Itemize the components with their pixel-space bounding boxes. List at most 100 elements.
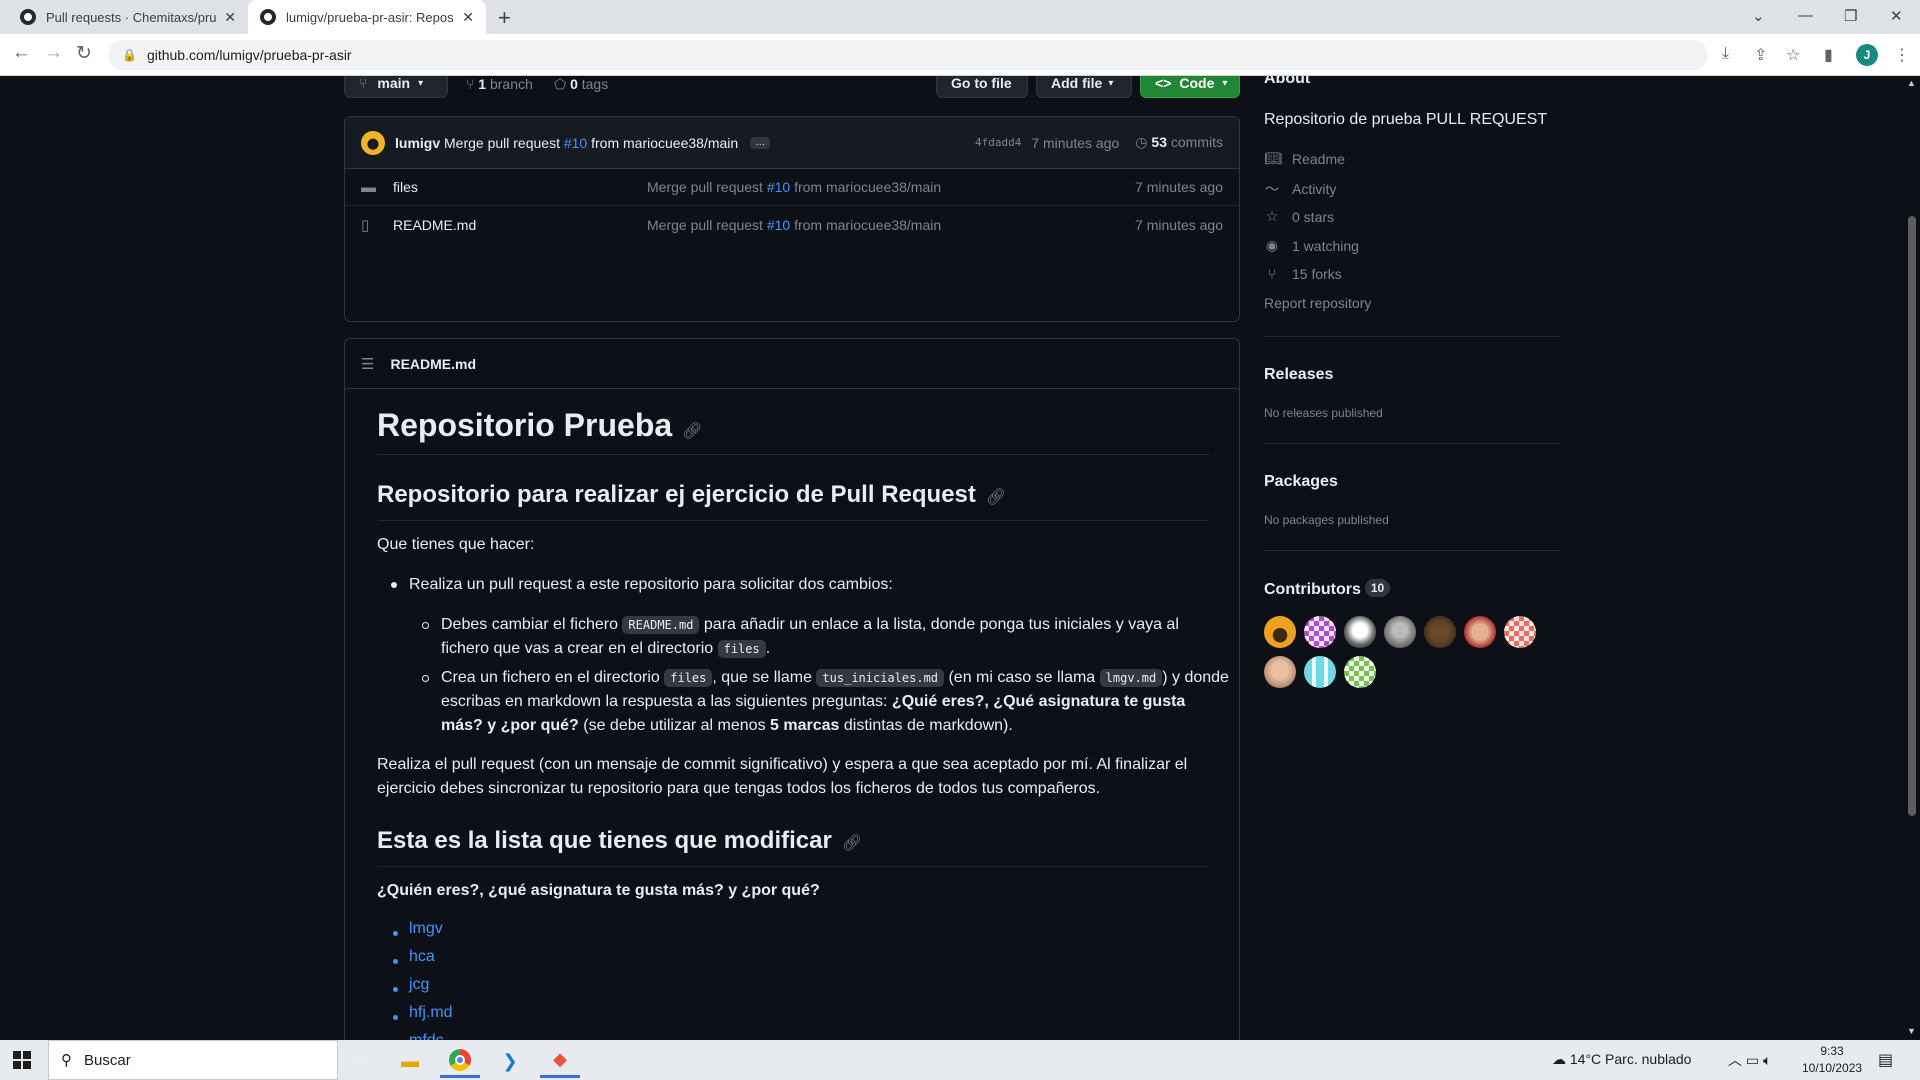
inline-code: files bbox=[664, 669, 713, 687]
avatar[interactable] bbox=[1304, 656, 1336, 688]
list-link[interactable]: hca bbox=[409, 948, 435, 966]
branch-selector[interactable]: ⑂ main ▾ bbox=[344, 76, 448, 98]
sidebar-item-activity[interactable]: 〜 Activity bbox=[1264, 179, 1336, 199]
file-pr-link[interactable]: #10 bbox=[767, 179, 790, 195]
forward-icon[interactable]: → bbox=[44, 42, 63, 64]
tags-link[interactable]: ⬠ 0 tags bbox=[554, 76, 608, 93]
go-to-file-button[interactable]: Go to file bbox=[936, 76, 1028, 98]
releases-heading[interactable]: Releases bbox=[1264, 366, 1333, 384]
avatar[interactable] bbox=[1304, 616, 1336, 648]
avatar[interactable] bbox=[1344, 616, 1376, 648]
sidebar-item-forks[interactable]: ⑂ 15 forks bbox=[1264, 266, 1342, 282]
file-commit-message[interactable]: Merge pull request #10 from mariocuee38/… bbox=[647, 217, 941, 233]
lock-icon: 🔒 bbox=[122, 48, 137, 62]
git-icon[interactable]: ◆ bbox=[540, 1044, 580, 1078]
scroll-down-icon[interactable]: ▼ bbox=[1907, 1026, 1916, 1036]
profile-avatar[interactable]: J bbox=[1856, 44, 1878, 66]
scroll-up-icon[interactable]: ▲ bbox=[1907, 78, 1916, 88]
file-explorer-icon[interactable]: ▬ bbox=[390, 1044, 430, 1078]
link-icon[interactable]: 🔗︎ bbox=[986, 489, 1006, 506]
menu-icon[interactable]: ⋮ bbox=[1894, 45, 1910, 65]
system-tray[interactable]: ︿ ▭ 🔈︎ bbox=[1728, 1050, 1771, 1070]
file-name[interactable]: README.md bbox=[393, 217, 647, 233]
share-icon[interactable]: ⇪ bbox=[1754, 45, 1767, 65]
chrome-icon[interactable] bbox=[440, 1044, 480, 1078]
sidebar-item-watching[interactable]: ◉ 1 watching bbox=[1264, 237, 1359, 254]
address-bar[interactable]: 🔒 github.com/lumigv/prueba-pr-asir bbox=[108, 40, 1708, 70]
file-row[interactable]: ▯ README.md Merge pull request #10 from … bbox=[345, 206, 1239, 243]
link-icon[interactable]: 🔗︎ bbox=[682, 423, 702, 440]
inline-code: tus_iniciales.md bbox=[816, 669, 945, 687]
tab-search-icon[interactable]: ⌄ bbox=[1752, 7, 1765, 25]
maximize-button[interactable]: ❐ bbox=[1844, 7, 1857, 25]
avatar[interactable] bbox=[1504, 616, 1536, 648]
clock-time: 9:33 bbox=[1820, 1044, 1844, 1058]
commit-pr-link[interactable]: #10 bbox=[564, 135, 587, 151]
browser-tab-repo[interactable]: lumigv/prueba-pr-asir: Reposito ✕ bbox=[248, 0, 486, 34]
avatar[interactable] bbox=[1344, 656, 1376, 688]
file-pr-link[interactable]: #10 bbox=[767, 217, 790, 233]
windows-start-icon[interactable] bbox=[13, 1051, 31, 1069]
file-row[interactable]: ▬ files Merge pull request #10 from mari… bbox=[345, 169, 1239, 206]
sidebar-item-readme[interactable]: 📖︎ Readme bbox=[1264, 150, 1345, 167]
new-tab-button[interactable]: + bbox=[498, 5, 511, 31]
commit-message[interactable]: Merge pull request #10 from mariocuee38/… bbox=[444, 135, 738, 151]
close-window-button[interactable]: ✕ bbox=[1890, 7, 1903, 25]
list-link[interactable]: jcg bbox=[409, 976, 429, 994]
task-view-icon[interactable]: ⧉ bbox=[340, 1044, 380, 1078]
text: Crea un fichero en el directorio bbox=[441, 669, 660, 686]
contributors-heading[interactable]: Contributors 10 bbox=[1264, 579, 1391, 599]
code-button[interactable]: <> Code ▾ bbox=[1140, 76, 1240, 98]
commits-link[interactable]: ◷ 53 commits bbox=[1135, 134, 1223, 151]
back-icon[interactable]: ← bbox=[12, 42, 31, 64]
bullet bbox=[393, 959, 398, 964]
avatar[interactable] bbox=[1464, 616, 1496, 648]
close-tab-icon[interactable]: ✕ bbox=[462, 9, 474, 26]
chevron-up-icon[interactable]: ︿ bbox=[1728, 1052, 1742, 1068]
link-icon[interactable]: 🔗︎ bbox=[842, 835, 862, 852]
minimize-button[interactable]: — bbox=[1798, 7, 1813, 24]
repo-description: Repositorio de prueba PULL REQUEST bbox=[1264, 111, 1548, 128]
text: fichero que vas a crear en el directorio bbox=[441, 640, 714, 657]
list-link[interactable]: lmgv bbox=[409, 920, 443, 938]
list-icon[interactable]: ☰ bbox=[361, 355, 374, 373]
volume-icon[interactable]: 🔈︎ bbox=[1763, 1052, 1771, 1068]
notifications-icon[interactable]: ▤ bbox=[1878, 1050, 1893, 1070]
avatar[interactable] bbox=[1424, 616, 1456, 648]
close-tab-icon[interactable]: ✕ bbox=[224, 9, 236, 26]
list-link[interactable]: mfdc bbox=[409, 1032, 444, 1040]
taskbar-clock[interactable]: 9:33 10/10/2023 bbox=[1802, 1043, 1862, 1077]
avatar[interactable] bbox=[1384, 616, 1416, 648]
install-icon[interactable]: ⤓ bbox=[1722, 45, 1729, 63]
list-link[interactable]: hfj.md bbox=[409, 1004, 453, 1022]
expand-commit-button[interactable]: … bbox=[750, 136, 771, 149]
avatar[interactable] bbox=[361, 130, 385, 155]
taskbar-search-box[interactable]: ⚲ Buscar bbox=[48, 1040, 338, 1080]
reload-icon[interactable]: ↻ bbox=[76, 42, 92, 65]
avatar[interactable] bbox=[1264, 616, 1296, 648]
bullet bbox=[422, 622, 429, 629]
commit-sha[interactable]: 4fdadd4 bbox=[975, 136, 1021, 149]
page-scrollbar[interactable]: ▲ ▼ bbox=[1904, 76, 1920, 1040]
packages-heading[interactable]: Packages bbox=[1264, 473, 1338, 491]
fork-icon: ⑂ bbox=[1267, 266, 1277, 282]
branches-link[interactable]: ⑂ 1 branch bbox=[466, 76, 533, 92]
side-panel-icon[interactable]: ▮ bbox=[1824, 45, 1833, 65]
file-name[interactable]: files bbox=[393, 179, 647, 195]
add-file-button[interactable]: Add file ▾ bbox=[1036, 76, 1132, 98]
tab-title: lumigv/prueba-pr-asir: Reposito bbox=[286, 9, 455, 25]
sidebar-item-stars[interactable]: ☆ 0 stars bbox=[1264, 208, 1334, 225]
github-icon bbox=[260, 9, 276, 25]
weather-widget[interactable]: ☁ 14°C Parc. nublado bbox=[1552, 1051, 1691, 1068]
vscode-icon[interactable]: ❯ bbox=[490, 1044, 530, 1078]
network-icon[interactable]: ▭ bbox=[1746, 1052, 1759, 1068]
avatar[interactable] bbox=[1264, 656, 1296, 688]
file-commit-message[interactable]: Merge pull request #10 from mariocuee38/… bbox=[647, 179, 941, 195]
browser-tab-pull-requests[interactable]: Pull requests · Chemitaxs/prueb ✕ bbox=[8, 0, 248, 34]
bookmark-star-icon[interactable]: ☆ bbox=[1786, 45, 1800, 65]
scrollbar-thumb[interactable] bbox=[1908, 216, 1916, 816]
bullet bbox=[393, 987, 398, 992]
commit-author[interactable]: lumigv bbox=[395, 135, 440, 151]
report-repository-link[interactable]: Report repository bbox=[1264, 295, 1371, 311]
readme-filename[interactable]: README.md bbox=[390, 356, 476, 372]
